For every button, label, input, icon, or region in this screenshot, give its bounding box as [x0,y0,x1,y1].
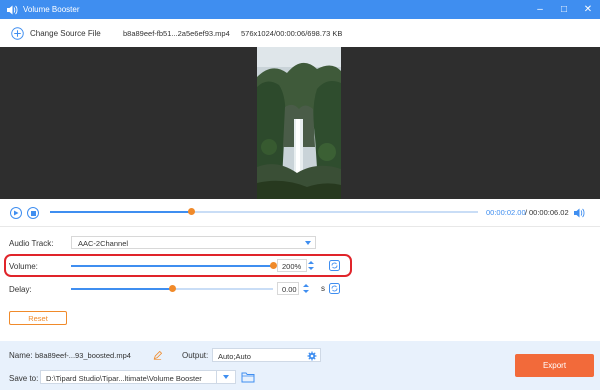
video-preview-area [0,47,600,199]
speaker-icon[interactable] [573,207,585,219]
window-title: Volume Booster [23,5,80,14]
sync-icon[interactable] [329,283,340,294]
source-file-info: 576x1024/00:00:06/698.73 KB [241,29,343,38]
volume-label: Volume: [9,262,38,271]
chevron-down-icon [223,375,229,379]
volume-slider-fill [71,265,273,267]
output-file-name: b8a89eef-...93_boosted.mp4 [35,351,131,360]
audio-track-value: AAC-2Channel [78,239,129,248]
delay-stepper[interactable] [302,282,310,295]
pencil-icon[interactable] [153,351,162,360]
volume-value: 200% [282,262,302,271]
delay-slider-handle[interactable] [169,285,176,292]
chevron-down-icon [305,241,311,245]
stepper-up-icon[interactable] [303,284,309,287]
file-bar: Change Source File b8a89eef-fb51...2a5e6… [0,19,600,47]
source-file-name: b8a89eef-fb51...2a5e6ef93.mp4 [123,29,230,38]
stop-icon [30,210,36,216]
output-panel: Name: b8a89eef-...93_boosted.mp4 Output:… [0,341,600,390]
delay-slider-fill [71,288,172,290]
volume-slider-handle[interactable] [270,262,277,269]
video-frame [257,47,341,199]
volume-slider[interactable] [71,262,277,269]
title-bar: Volume Booster – □ ✕ [0,0,600,19]
playback-progress-track[interactable] [50,208,478,215]
delay-label: Delay: [9,285,32,294]
delay-input[interactable]: 0.00 [277,282,299,295]
maximize-button[interactable]: □ [552,0,576,19]
change-source-file-button[interactable]: Change Source File [30,29,101,38]
delay-slider[interactable] [71,285,273,292]
volume-booster-app-icon [5,3,19,17]
stepper-down-icon[interactable] [308,267,314,270]
delay-unit: s [321,284,325,293]
save-to-label: Save to: [9,374,39,383]
audio-track-select[interactable]: AAC-2Channel [71,236,316,249]
add-icon[interactable] [11,26,24,40]
play-icon [14,210,19,216]
stepper-down-icon[interactable] [303,290,309,293]
output-label: Output: [182,351,209,360]
volume-stepper[interactable] [307,259,315,272]
playback-progress-fill [50,211,192,213]
total-time: 00:00:06.02 [529,208,569,217]
reset-button[interactable]: Reset [9,311,67,325]
stop-button[interactable] [27,207,39,219]
current-time: 00:00:02.00 [486,208,526,217]
play-button[interactable] [10,207,22,219]
volume-input[interactable]: 200% [277,259,307,272]
time-separator: / [525,208,528,217]
export-button[interactable]: Export [515,354,594,377]
playback-progress-handle[interactable] [188,208,196,215]
stepper-up-icon[interactable] [308,261,314,264]
select-divider [216,371,217,383]
minimize-button[interactable]: – [528,0,552,19]
name-label: Name: [9,351,33,360]
playback-bar: 00:00:02.00 / 00:00:06.02 [0,199,600,227]
output-format-value: Auto;Auto [218,352,251,361]
delay-value: 0.00 [282,285,297,294]
output-format-field[interactable]: Auto;Auto [212,348,321,362]
save-path-select[interactable]: D:\Tipard Studio\Tipar...ltimate\Volume … [40,370,236,384]
save-path-value: D:\Tipard Studio\Tipar...ltimate\Volume … [46,374,202,383]
gear-icon[interactable] [307,351,317,361]
folder-icon[interactable] [241,371,255,383]
close-button[interactable]: ✕ [576,0,600,19]
audio-track-label: Audio Track: [9,239,54,248]
sync-icon[interactable] [329,260,340,271]
